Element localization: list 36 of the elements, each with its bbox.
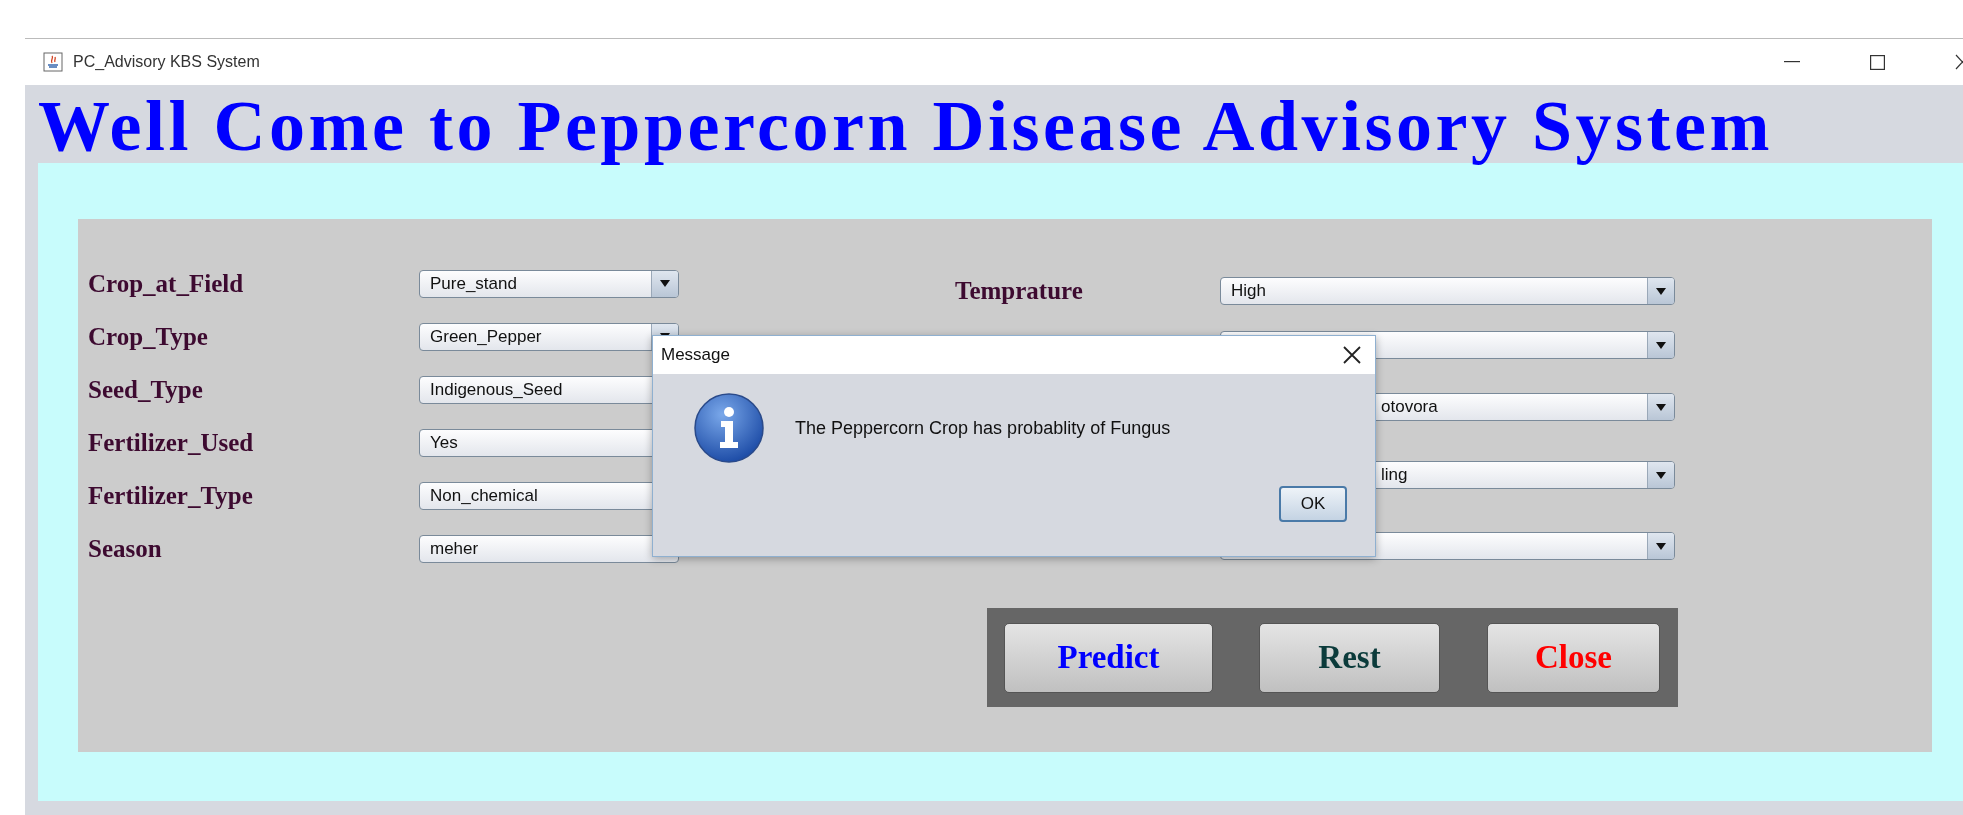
dropdown-arrow-icon	[1656, 287, 1666, 295]
dropdown-arrow-icon	[1656, 403, 1666, 411]
dropdown-arrow-icon	[1656, 341, 1666, 349]
maximize-icon[interactable]	[1870, 54, 1885, 70]
info-icon	[693, 392, 765, 464]
minimize-icon[interactable]	[1784, 61, 1800, 63]
dropdown-value: Green_Pepper	[429, 326, 543, 347]
close-icon[interactable]	[1343, 346, 1361, 364]
field-label: Seed_Type	[88, 375, 204, 404]
action-button[interactable]: Predict	[1004, 622, 1213, 693]
field-label: Fertilizer_Used	[88, 428, 255, 457]
dropdown-value: Pure_stand	[429, 273, 518, 294]
window-title: PC_Advisory KBS System	[73, 53, 260, 71]
dropdown[interactable]: Pure_stand	[419, 269, 679, 298]
action-button[interactable]: Rest	[1259, 622, 1440, 693]
dialog-message: The Peppercorn Crop has probablity of Fungus	[795, 417, 1171, 439]
dropdown-value: otovora	[1380, 397, 1439, 417]
field-label: Season	[88, 534, 163, 563]
field-label: Crop_Type	[88, 322, 209, 351]
dropdown-value: ling	[1380, 465, 1409, 485]
dropdown-arrow-icon	[1656, 542, 1666, 550]
dropdown-value: meher	[429, 538, 480, 559]
dropdown-value: High	[1230, 281, 1267, 301]
field-label: Temprature	[955, 277, 1084, 305]
dropdown-value: Yes	[429, 432, 459, 453]
field-label: Fertilizer_Type	[88, 481, 254, 510]
app-icon	[43, 52, 63, 72]
dropdown-arrow-icon	[660, 280, 670, 287]
field-label: Crop_at_Field	[88, 269, 245, 298]
dropdown-value: Non_chemical	[429, 485, 539, 506]
dropdown-arrow-icon	[1656, 471, 1666, 479]
dropdown[interactable]: High	[1220, 277, 1675, 305]
page-heading: Well Come to Peppercorn Disease Advisory System	[37, 85, 1774, 163]
dropdown[interactable]: meher	[419, 534, 679, 563]
dropdown-value: Indigenous_Seed	[429, 379, 564, 400]
ok-button[interactable]: OK	[1279, 486, 1347, 522]
